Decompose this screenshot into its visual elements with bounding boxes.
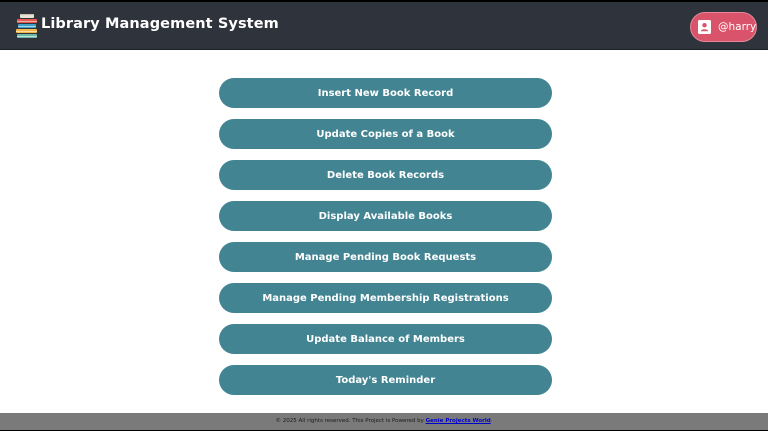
delete-books-button[interactable]: Delete Book Records bbox=[219, 160, 552, 190]
app-window: Library Management System @harry Insert … bbox=[0, 2, 768, 430]
copyright-text: © 2025 All rights reserved. This Project… bbox=[275, 418, 426, 424]
pending-book-requests-button[interactable]: Manage Pending Book Requests bbox=[219, 242, 552, 272]
stacked-books-icon bbox=[16, 14, 37, 38]
user-profile-button[interactable]: @harry bbox=[690, 12, 757, 42]
update-copies-button[interactable]: Update Copies of a Book bbox=[219, 119, 552, 149]
todays-reminder-button[interactable]: Today's Reminder bbox=[219, 365, 552, 395]
display-books-button[interactable]: Display Available Books bbox=[219, 201, 552, 231]
username-label: @harry bbox=[718, 21, 757, 33]
contact-card-icon bbox=[698, 20, 711, 34]
insert-book-button[interactable]: Insert New Book Record bbox=[219, 78, 552, 108]
footer-suffix: . bbox=[490, 418, 493, 424]
genie-projects-link[interactable]: Genie Projects World bbox=[426, 418, 491, 424]
pending-memberships-button[interactable]: Manage Pending Membership Registrations bbox=[219, 283, 552, 313]
action-menu: Insert New Book Record Update Copies of … bbox=[219, 78, 552, 406]
top-navbar: Library Management System @harry bbox=[0, 2, 768, 50]
update-balance-button[interactable]: Update Balance of Members bbox=[219, 324, 552, 354]
page-footer: © 2025 All rights reserved. This Project… bbox=[0, 413, 768, 430]
app-title: Library Management System bbox=[41, 16, 279, 32]
